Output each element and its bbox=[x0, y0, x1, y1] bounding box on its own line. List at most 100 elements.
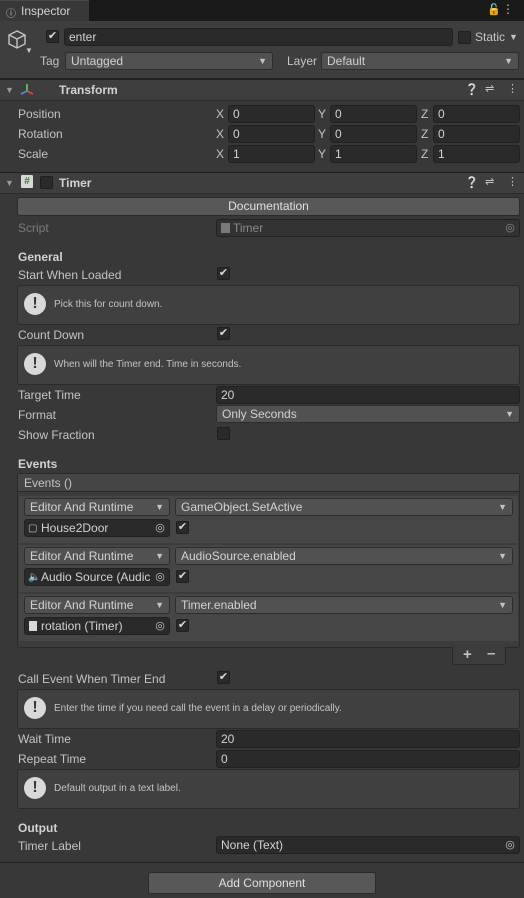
minus-icon[interactable]: – bbox=[487, 645, 495, 662]
gameobject-icon: ▢ bbox=[28, 523, 38, 534]
warning-icon: ! bbox=[24, 777, 46, 799]
documentation-button[interactable]: Documentation bbox=[17, 197, 520, 216]
general-heading: General bbox=[18, 250, 63, 264]
script-field: Timer ◎ bbox=[216, 219, 520, 237]
output-heading: Output bbox=[18, 821, 58, 835]
foldout-icon[interactable]: ▼ bbox=[5, 178, 14, 188]
show-fraction-checkbox[interactable] bbox=[217, 427, 230, 440]
lock-icon[interactable]: 🔓 bbox=[487, 3, 501, 16]
axis-x-label[interactable]: X bbox=[216, 127, 224, 141]
repeat-time-field[interactable]: 0 bbox=[216, 750, 520, 768]
scale-x-field[interactable]: 1 bbox=[228, 145, 315, 163]
events-heading: Events bbox=[18, 457, 58, 471]
event-function-dropdown[interactable]: AudioSource.enabled ▼ bbox=[175, 547, 513, 565]
help-icon[interactable]: ❔ bbox=[465, 83, 479, 96]
target-icon[interactable]: ◎ bbox=[501, 837, 519, 853]
repeat-time-label: Repeat Time bbox=[18, 752, 87, 766]
axis-y-label[interactable]: Y bbox=[318, 147, 326, 161]
static-label[interactable]: Static bbox=[475, 30, 505, 44]
axis-z-label[interactable]: Z bbox=[421, 147, 428, 161]
target-icon[interactable]: ◎ bbox=[151, 520, 169, 536]
event-mode-value: Editor And Runtime bbox=[30, 500, 134, 514]
event-mode-value: Editor And Runtime bbox=[30, 549, 134, 563]
help-text: Pick this for count down. bbox=[54, 299, 163, 310]
axis-z-label[interactable]: Z bbox=[421, 127, 428, 141]
axis-x-label[interactable]: X bbox=[216, 107, 224, 121]
event-object-field[interactable]: rotation (Timer) ◎ bbox=[24, 617, 170, 635]
layer-value: Default bbox=[327, 54, 366, 68]
plus-icon[interactable]: + bbox=[463, 646, 472, 663]
event-value-checkbox[interactable]: ✔ bbox=[176, 521, 189, 534]
help-text: Enter the time if you need call the even… bbox=[54, 703, 342, 714]
active-checkbox[interactable]: ✔ bbox=[46, 30, 59, 43]
event-value-checkbox[interactable]: ✔ bbox=[176, 619, 189, 632]
layer-dropdown[interactable]: Default ▼ bbox=[321, 52, 519, 70]
tag-dropdown[interactable]: Untagged ▼ bbox=[65, 52, 273, 70]
more-icon[interactable]: ⋮ bbox=[507, 175, 518, 188]
position-z-field[interactable]: 0 bbox=[433, 105, 520, 123]
dropdown-arrow-icon: ▼ bbox=[498, 502, 507, 512]
axis-y-label[interactable]: Y bbox=[318, 107, 326, 121]
script-file-icon bbox=[221, 223, 230, 233]
target-icon: ◎ bbox=[501, 220, 519, 236]
dropdown-arrow-icon: ▼ bbox=[504, 56, 513, 66]
rotation-y-field[interactable]: 0 bbox=[330, 125, 417, 143]
more-icon[interactable]: ⋮ bbox=[507, 82, 518, 95]
event-function-dropdown[interactable]: Timer.enabled ▼ bbox=[175, 596, 513, 614]
event-mode-dropdown[interactable]: Editor And Runtime ▼ bbox=[24, 547, 170, 565]
event-mode-value: Editor And Runtime bbox=[30, 598, 134, 612]
event-mode-dropdown[interactable]: Editor And Runtime ▼ bbox=[24, 498, 170, 516]
foldout-icon[interactable]: ▼ bbox=[5, 85, 14, 95]
rotation-x-field[interactable]: 0 bbox=[228, 125, 315, 143]
warning-icon: ! bbox=[24, 293, 46, 315]
event-object-value: House2Door bbox=[41, 521, 109, 535]
start-when-loaded-checkbox[interactable]: ✔ bbox=[217, 267, 230, 280]
name-field[interactable]: enter bbox=[64, 28, 453, 46]
timer-enabled-checkbox[interactable] bbox=[40, 176, 53, 189]
target-icon[interactable]: ◎ bbox=[151, 618, 169, 634]
event-object-field[interactable]: ▢ House2Door ◎ bbox=[24, 519, 170, 537]
static-dropdown-icon[interactable]: ▼ bbox=[509, 32, 518, 42]
events-list-header: Events () bbox=[18, 474, 519, 492]
target-time-field[interactable]: 20 bbox=[216, 386, 520, 404]
divider bbox=[0, 862, 524, 863]
preset-icon[interactable]: ⇌ bbox=[485, 175, 494, 188]
event-function-dropdown[interactable]: GameObject.SetActive ▼ bbox=[175, 498, 513, 516]
scale-z-field[interactable]: 1 bbox=[433, 145, 520, 163]
preset-icon[interactable]: ⇌ bbox=[485, 82, 494, 95]
chevron-down-icon[interactable]: ▼ bbox=[25, 46, 33, 55]
show-fraction-label: Show Fraction bbox=[18, 428, 95, 442]
event-object-field[interactable]: 🔈 Audio Source (Audic ◎ bbox=[24, 568, 170, 586]
transform-icon bbox=[20, 84, 34, 95]
script-icon bbox=[29, 621, 37, 631]
event-mode-dropdown[interactable]: Editor And Runtime ▼ bbox=[24, 596, 170, 614]
rotation-z-field[interactable]: 0 bbox=[433, 125, 520, 143]
axis-z-label[interactable]: Z bbox=[421, 107, 428, 121]
add-component-button[interactable]: Add Component bbox=[148, 872, 376, 894]
event-function-value: Timer.enabled bbox=[181, 598, 257, 612]
timer-title: Timer bbox=[59, 176, 92, 190]
help-icon[interactable]: ❔ bbox=[465, 176, 479, 189]
count-down-checkbox[interactable]: ✔ bbox=[217, 327, 230, 340]
target-icon[interactable]: ◎ bbox=[151, 569, 169, 585]
event-value-checkbox[interactable]: ✔ bbox=[176, 570, 189, 583]
format-label: Format bbox=[18, 408, 57, 422]
tag-label: Tag bbox=[40, 54, 60, 68]
wait-time-field[interactable]: 20 bbox=[216, 730, 520, 748]
list-add-remove-bar: + – bbox=[452, 645, 506, 665]
format-dropdown[interactable]: Only Seconds ▼ bbox=[216, 405, 520, 423]
position-y-field[interactable]: 0 bbox=[330, 105, 417, 123]
event-function-value: AudioSource.enabled bbox=[181, 549, 296, 563]
dropdown-arrow-icon: ▼ bbox=[155, 502, 164, 512]
more-icon[interactable]: ⋮ bbox=[502, 2, 514, 16]
transform-title: Transform bbox=[59, 83, 118, 97]
position-x-field[interactable]: 0 bbox=[228, 105, 315, 123]
scale-y-field[interactable]: 1 bbox=[330, 145, 417, 163]
static-checkbox[interactable] bbox=[458, 31, 471, 44]
tab-inspector[interactable]: ⓘ Inspector bbox=[0, 0, 89, 21]
axis-x-label[interactable]: X bbox=[216, 147, 224, 161]
timer-label-field[interactable]: None (Text) ◎ bbox=[216, 836, 520, 854]
call-event-checkbox[interactable]: ✔ bbox=[217, 671, 230, 684]
help-box: ! When will the Timer end. Time in secon… bbox=[17, 345, 520, 385]
axis-y-label[interactable]: Y bbox=[318, 127, 326, 141]
